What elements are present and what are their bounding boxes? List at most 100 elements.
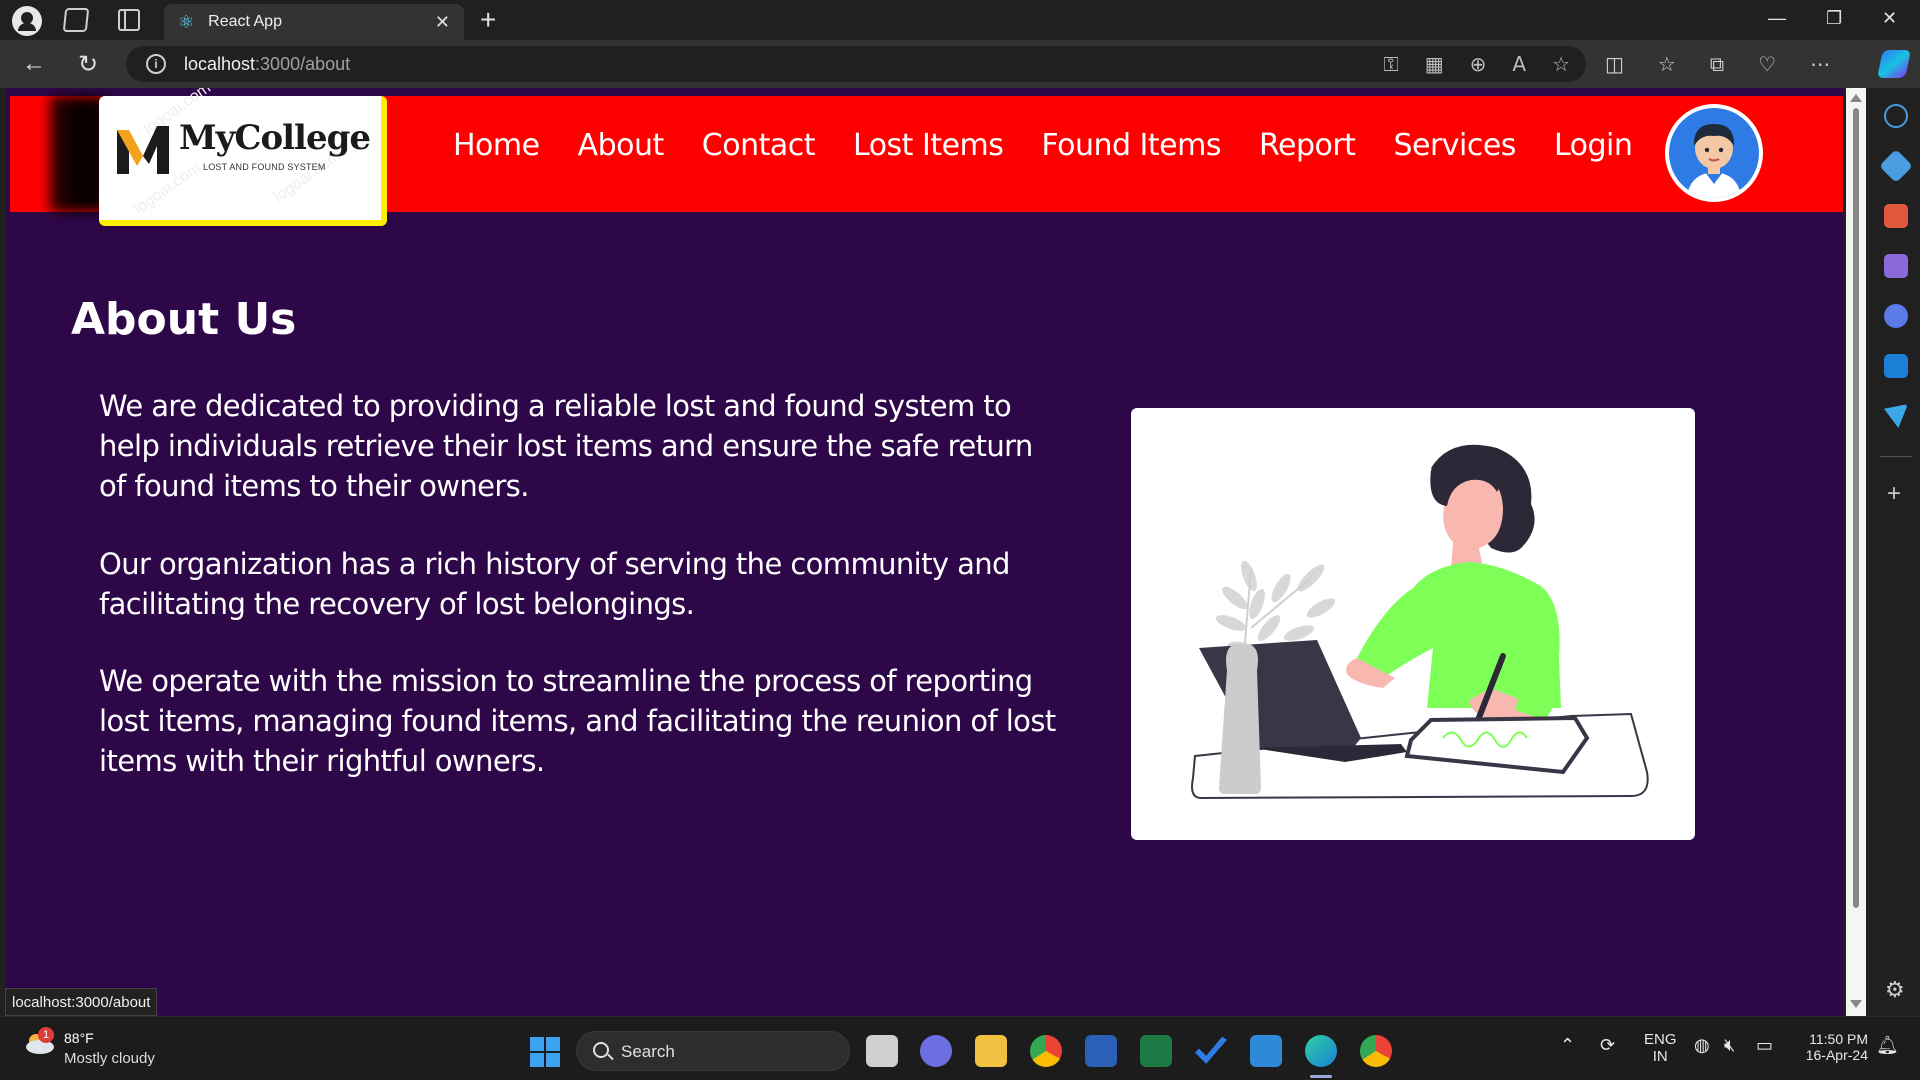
chrome-profile-icon[interactable] (1360, 1035, 1392, 1067)
password-key-icon[interactable]: ⚿ (1383, 52, 1398, 76)
games-icon[interactable] (1884, 254, 1908, 278)
back-icon[interactable]: ← (22, 50, 46, 78)
edge-active-indicator (1310, 1075, 1332, 1078)
close-window-icon[interactable]: ✕ (1882, 8, 1897, 29)
logo-subtitle: LOST AND FOUND SYSTEM (203, 162, 326, 172)
search-icon (593, 1042, 609, 1058)
browser-titlebar: ⚛ React App ✕ + — ❐ ✕ (0, 0, 1920, 40)
address-bar-actions: ⚿ ▦ ⊕ A ☆ (1383, 52, 1570, 76)
workspaces-icon[interactable] (62, 8, 90, 32)
vscode-icon[interactable] (1250, 1035, 1282, 1067)
about-paragraph-2: Our organization has a rich history of s… (99, 547, 1010, 621)
battery-icon[interactable]: ▭ (1756, 1035, 1773, 1056)
language-indicator[interactable]: ENG IN (1644, 1031, 1677, 1065)
scroll-up-icon[interactable] (1850, 94, 1862, 102)
weather-condition[interactable]: Mostly cloudy (64, 1050, 155, 1067)
todo-icon[interactable] (1195, 1036, 1227, 1064)
vertical-tabs-icon[interactable] (118, 9, 140, 31)
clock-date: 16-Apr-24 (1805, 1047, 1868, 1063)
about-illustration (1131, 408, 1695, 840)
zoom-icon[interactable]: ⊕ (1470, 52, 1487, 76)
notification-bell-icon[interactable]: 🔔︎ (1876, 1035, 1899, 1056)
teams-chat-icon[interactable] (920, 1035, 952, 1067)
page-title: About Us (71, 294, 297, 345)
new-tab-icon[interactable]: + (480, 4, 496, 36)
restore-icon[interactable]: ❐ (1826, 8, 1842, 29)
sidebar-divider (1880, 456, 1912, 457)
edge-icon[interactable] (1305, 1035, 1337, 1067)
nav-home[interactable]: Home (453, 128, 540, 163)
nav-links: Home About Contact Lost Items Found Item… (453, 128, 1633, 163)
chrome-icon[interactable] (1030, 1035, 1062, 1067)
excel-icon[interactable] (1140, 1035, 1172, 1067)
react-favicon-icon: ⚛ (178, 11, 195, 33)
browser-tools: ◫ ☆ ⧉ ♡ ⋯ (1605, 52, 1830, 76)
page-scrollbar[interactable] (1846, 88, 1866, 1016)
more-menu-icon[interactable]: ⋯ (1810, 52, 1830, 76)
minimize-icon[interactable]: — (1768, 8, 1786, 29)
windows-taskbar: 1 88°F Mostly cloudy Search ⌃ ⟳ ENG IN ◍… (0, 1016, 1920, 1080)
logo-title: MyCollege (179, 118, 371, 158)
read-aloud-icon[interactable]: A (1512, 52, 1526, 76)
browser-tab[interactable]: ⚛ React App ✕ (164, 4, 464, 40)
browser-viewport: logoai.com logoai.com logoai.com MyColle… (5, 88, 1843, 1016)
avatar-icon (1669, 108, 1759, 198)
weather-temperature[interactable]: 88°F (64, 1030, 94, 1046)
tools-icon[interactable] (1884, 204, 1908, 228)
outlook-icon[interactable] (1884, 354, 1908, 378)
favorites-icon[interactable]: ☆ (1658, 52, 1676, 76)
settings-gear-icon[interactable]: ⚙ (1885, 978, 1905, 1003)
split-screen-icon[interactable]: ◫ (1605, 52, 1624, 76)
word-icon[interactable] (1085, 1035, 1117, 1067)
language-bottom: IN (1652, 1048, 1668, 1065)
weather-badge: 1 (38, 1027, 54, 1043)
address-bar[interactable]: i localhost:3000/about ⚿ ▦ ⊕ A ☆ (126, 46, 1586, 82)
nav-contact[interactable]: Contact (702, 128, 816, 163)
clock[interactable]: 11:50 PM 16-Apr-24 (1796, 1031, 1868, 1063)
shopping-tag-icon[interactable] (1879, 149, 1913, 183)
user-avatar[interactable] (1665, 104, 1763, 202)
language-top: ENG (1644, 1031, 1677, 1048)
file-explorer-icon[interactable] (975, 1035, 1007, 1067)
favorite-star-icon[interactable]: ☆ (1552, 52, 1570, 76)
collections-icon[interactable]: ⧉ (1710, 52, 1724, 76)
close-tab-icon[interactable]: ✕ (435, 12, 450, 33)
taskbar-search[interactable]: Search (576, 1031, 850, 1071)
performance-icon[interactable]: ♡ (1758, 52, 1776, 76)
nav-report[interactable]: Report (1259, 128, 1356, 163)
site-info-icon[interactable]: i (146, 54, 166, 74)
send-icon[interactable] (1884, 404, 1908, 428)
url-host: localhost (184, 53, 256, 74)
edge-sidebar: + ⚙ (1872, 88, 1920, 1016)
tray-overflow-icon[interactable]: ⌃ (1560, 1035, 1575, 1056)
search-icon[interactable] (1884, 104, 1908, 128)
about-paragraph-1: We are dedicated to providing a reliable… (99, 389, 1033, 503)
woman-at-desk-illustration (1191, 444, 1649, 800)
volume-muted-icon[interactable]: 🔇︎ (1724, 1035, 1735, 1056)
about-paragraph-3: We operate with the mission to streamlin… (99, 664, 1056, 778)
sync-icon[interactable]: ⟳ (1600, 1035, 1615, 1056)
scroll-thumb[interactable] (1853, 108, 1859, 908)
task-view-icon[interactable] (866, 1035, 898, 1067)
logo-m-icon (117, 126, 169, 174)
status-bar-url: localhost:3000/about (5, 988, 158, 1016)
scroll-down-icon[interactable] (1850, 1000, 1862, 1008)
nav-services[interactable]: Services (1393, 128, 1516, 163)
nav-login[interactable]: Login (1554, 128, 1633, 163)
url-path: :3000/about (255, 53, 351, 74)
add-icon[interactable]: + (1887, 480, 1901, 508)
start-windows-icon[interactable] (530, 1037, 560, 1067)
copilot-sidebar-icon[interactable] (1884, 304, 1908, 328)
site-logo[interactable]: logoai.com logoai.com logoai.com MyColle… (99, 88, 387, 226)
nav-found-items[interactable]: Found Items (1041, 128, 1221, 163)
refresh-icon[interactable]: ↻ (78, 50, 98, 79)
url-text[interactable]: localhost:3000/about (184, 54, 350, 75)
profile-icon[interactable] (12, 6, 42, 36)
search-label: Search (621, 1042, 675, 1061)
clock-time: 11:50 PM (1809, 1031, 1868, 1047)
nav-about[interactable]: About (578, 128, 665, 163)
apps-icon[interactable]: ▦ (1425, 52, 1444, 76)
about-page: logoai.com logoai.com logoai.com MyColle… (5, 88, 1843, 1016)
nav-lost-items[interactable]: Lost Items (853, 128, 1004, 163)
network-icon[interactable]: ◍ (1694, 1035, 1710, 1056)
